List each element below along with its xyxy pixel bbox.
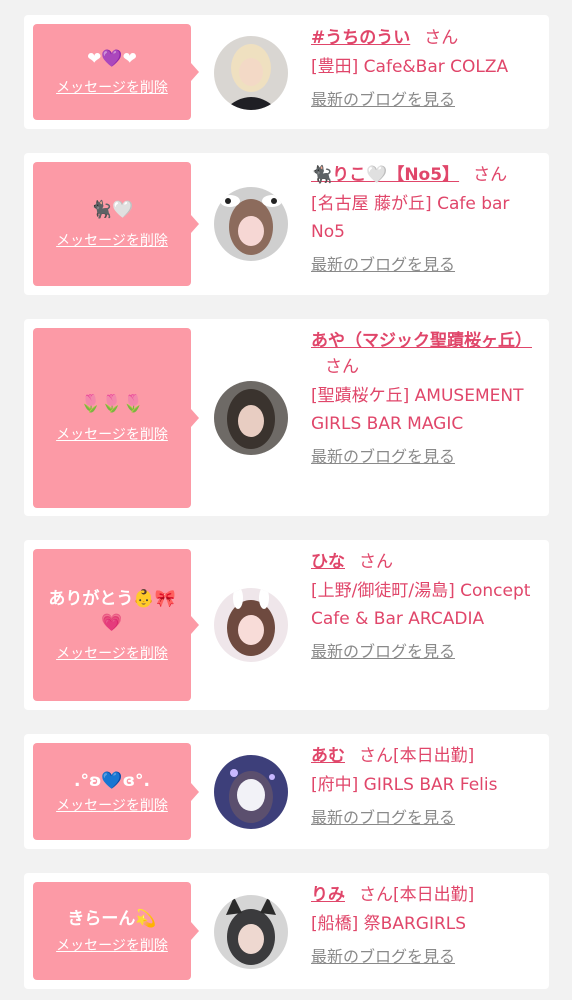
honorific: さん [359,552,393,572]
message-text: 🐈‍⬛🤍 [90,200,134,220]
shop-label[interactable]: [聖蹟桜ケ丘] AMUSEMENT GIRLS BAR MAGIC [311,382,539,438]
message-card: .°ʚ💙ɞ°. メッセージを削除 あむ さん[本日出勤] [府中] GIRLS B… [24,734,549,849]
message-bubble: ありがとう👶🎀💗 メッセージを削除 [33,549,199,701]
message-bubble: 🌷🌷🌷 メッセージを削除 [33,328,199,508]
cast-name-link[interactable]: りみ [311,885,345,905]
view-blog-link[interactable]: 最新のブログを見る [311,89,455,111]
cast-name-link[interactable]: 🐈‍⬛りこ🤍【No5】 [311,165,459,185]
avatar[interactable] [214,36,288,110]
delete-message-link[interactable]: メッセージを削除 [56,937,168,955]
shop-label[interactable]: [船橋] 祭BARGIRLS [311,910,539,938]
message-card: ❤︎💜❤︎ メッセージを削除 #うちのうい さん [豊田] Cafe&Bar CO… [24,15,549,129]
shop-label[interactable]: [上野/御徒町/湯島] Concept Cafe & Bar ARCADIA [311,577,539,633]
shop-label[interactable]: [豊田] Cafe&Bar COLZA [311,53,539,81]
attendance-badge: [本日出勤] [393,885,475,905]
honorific: さん [359,746,393,766]
attendance-badge: [本日出勤] [393,746,475,766]
cast-info: あむ さん[本日出勤] [府中] GIRLS BAR Felis 最新のブログを見… [311,743,539,829]
message-text: ありがとう👶🎀💗 [48,589,176,633]
cast-info: りみ さん[本日出勤] [船橋] 祭BARGIRLS 最新のブログを見る [311,882,539,968]
avatar[interactable] [214,895,288,969]
message-bubble: きらーん💫 メッセージを削除 [33,882,199,980]
message-card: 🌷🌷🌷 メッセージを削除 あや（マジック聖蹟桜ヶ丘） さん [聖蹟桜ケ丘] AMU… [24,319,549,516]
avatar-photo-blonde-girl [214,36,288,110]
message-text: 🌷🌷🌷 [80,394,144,414]
avatar-photo-cat-ears-girl [214,895,288,969]
cast-name-link[interactable]: ひな [311,552,345,572]
shop-label[interactable]: [名古屋 藤が丘] Cafe bar No5 [311,190,539,246]
cast-info: ひな さん [上野/御徒町/湯島] Concept Cafe & Bar ARCA… [311,549,539,663]
delete-message-link[interactable]: メッセージを削除 [56,232,168,250]
message-bubble: ❤︎💜❤︎ メッセージを削除 [33,24,199,120]
delete-message-link[interactable]: メッセージを削除 [56,426,168,444]
avatar-photo-cow-ears-girl [214,187,288,261]
view-blog-link[interactable]: 最新のブログを見る [311,254,455,276]
honorific: さん [325,357,359,377]
message-bubble: 🐈‍⬛🤍 メッセージを削除 [33,162,199,286]
view-blog-link[interactable]: 最新のブログを見る [311,446,455,468]
message-text: .°ʚ💙ɞ°. [74,770,150,791]
cast-info: 🐈‍⬛りこ🤍【No5】 さん [名古屋 藤が丘] Cafe bar No5 最新の… [311,162,539,276]
message-card: きらーん💫 メッセージを削除 りみ さん[本日出勤] [船橋] 祭BARGIRLS… [24,873,549,989]
avatar-photo-bunny-girl [214,588,288,662]
honorific: さん [424,28,459,48]
delete-message-link[interactable]: メッセージを削除 [56,79,168,97]
message-text: きらーん💫 [67,909,157,929]
avatar[interactable] [214,755,288,829]
cast-name-link[interactable]: #うちのうい [311,28,410,48]
message-text: ❤︎💜❤︎ [87,49,137,69]
cast-name-link[interactable]: あや（マジック聖蹟桜ヶ丘） [311,331,532,351]
view-blog-link[interactable]: 最新のブログを見る [311,641,455,663]
avatar-photo-blurred-face [214,755,288,829]
avatar[interactable] [214,187,288,261]
cast-info: #うちのうい さん [豊田] Cafe&Bar COLZA 最新のブログを見る [311,25,539,111]
avatar[interactable] [214,588,288,662]
delete-message-link[interactable]: メッセージを削除 [56,645,168,663]
view-blog-link[interactable]: 最新のブログを見る [311,946,455,968]
honorific: さん [359,885,393,905]
delete-message-link[interactable]: メッセージを削除 [56,797,168,815]
cast-info: あや（マジック聖蹟桜ヶ丘） さん [聖蹟桜ケ丘] AMUSEMENT GIRLS … [311,328,539,468]
avatar[interactable] [214,381,288,455]
honorific: さん [473,165,508,185]
avatar-photo-dark-hair-girl [214,381,288,455]
view-blog-link[interactable]: 最新のブログを見る [311,807,455,829]
message-card: 🐈‍⬛🤍 メッセージを削除 🐈‍⬛りこ🤍【No5】 さん [名古屋 藤が丘] Ca… [24,153,549,295]
cast-name-link[interactable]: あむ [311,746,345,766]
message-bubble: .°ʚ💙ɞ°. メッセージを削除 [33,743,199,840]
shop-label[interactable]: [府中] GIRLS BAR Felis [311,771,539,799]
message-list: ❤︎💜❤︎ メッセージを削除 #うちのうい さん [豊田] Cafe&Bar CO… [0,0,572,1000]
message-card: ありがとう👶🎀💗 メッセージを削除 ひな さん [上野/御徒町/湯島] Conce… [24,540,549,710]
